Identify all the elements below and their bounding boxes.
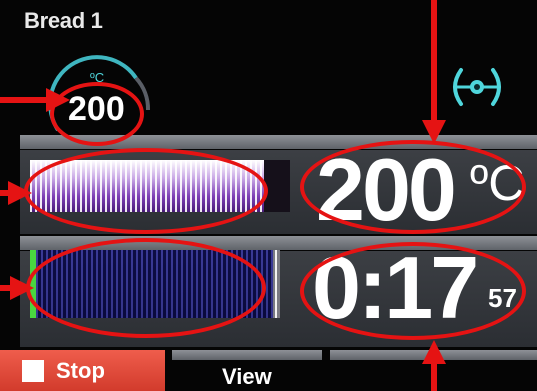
annotation-oval-temperature: [300, 140, 526, 234]
stop-button[interactable]: Stop: [0, 350, 165, 391]
annotation-oval-timer-bar: [26, 238, 266, 338]
section-divider: [330, 350, 537, 360]
annotation-oval-timer: [300, 242, 526, 340]
annotation-oval-setpoint: [50, 82, 144, 146]
stop-square-icon: [22, 359, 44, 382]
annotation-oval-temperature-bar: [24, 148, 268, 234]
fan-icon[interactable]: [447, 62, 507, 112]
section-divider: [172, 350, 322, 360]
program-title: Bread 1: [24, 8, 103, 33]
stop-button-label: Stop: [56, 357, 105, 383]
view-button[interactable]: View: [222, 364, 272, 390]
